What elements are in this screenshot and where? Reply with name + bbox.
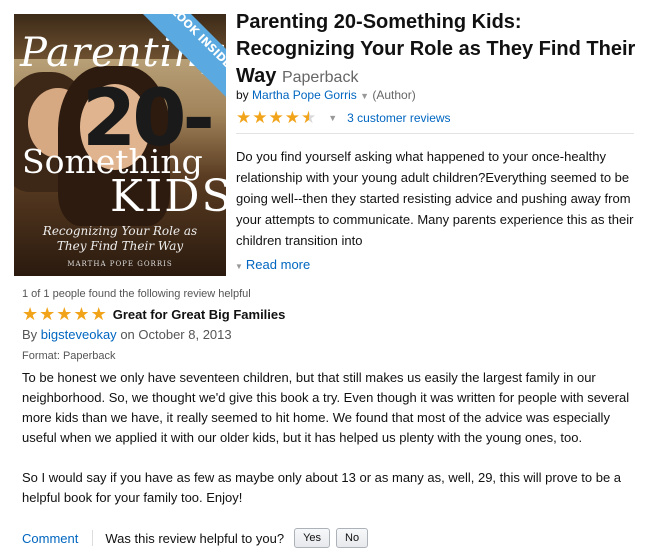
- star-icon: ★: [56, 304, 73, 324]
- review-actions: Comment Was this review helpful to you? …: [22, 528, 374, 548]
- review-header: ★ ★ ★ ★ ★ Great for Great Big Families: [22, 304, 286, 324]
- review-stars: ★ ★ ★ ★ ★: [22, 304, 107, 324]
- read-more-toggle[interactable]: ▼ Read more: [235, 257, 310, 272]
- star-icon: ★: [39, 304, 56, 324]
- book-cover-image[interactable]: Parenting 20- Something KIDS Recognizing…: [14, 14, 226, 276]
- star-icon: ★: [22, 304, 39, 324]
- review-paragraph: So I would say if you have as few as may…: [22, 470, 622, 505]
- helpful-question: Was this review helpful to you?: [105, 530, 285, 546]
- customer-reviews-link[interactable]: 3 customer reviews: [347, 111, 450, 125]
- review-format: Format: Paperback: [22, 350, 116, 362]
- star-icon: ★: [268, 108, 284, 127]
- cover-author: MARTHA POPE GORRIS: [67, 260, 173, 268]
- author-role: (Author): [372, 88, 416, 102]
- helpful-no-button[interactable]: No: [336, 528, 369, 548]
- review-title[interactable]: Great for Great Big Families: [113, 307, 286, 322]
- star-icon: ★: [73, 304, 90, 324]
- review-paragraph: To be honest we only have seventeen chil…: [22, 370, 630, 445]
- product-title-block: Parenting 20-Something Kids: Recognizing…: [236, 9, 636, 91]
- review-helpful-count: 1 of 1 people found the following review…: [22, 288, 251, 300]
- divider: [236, 133, 634, 134]
- comment-link[interactable]: Comment: [22, 531, 78, 546]
- review-body: To be honest we only have seventeen chil…: [22, 368, 632, 528]
- product-format: Paperback: [281, 69, 359, 86]
- reviewer-line: By bigsteveokay on October 8, 2013: [22, 327, 232, 342]
- author-dropdown-icon[interactable]: ▼: [360, 91, 369, 101]
- read-more-link[interactable]: Read more: [246, 257, 310, 272]
- reviewer-link[interactable]: bigsteveokay: [41, 327, 117, 342]
- reviewer-by: By: [22, 327, 38, 342]
- helpful-yes-button[interactable]: Yes: [294, 528, 331, 548]
- half-star-icon: ★: [301, 108, 317, 127]
- star-icon: ★: [90, 304, 107, 324]
- review-date: on October 8, 2013: [120, 327, 232, 342]
- product-description: Do you find yourself asking what happene…: [236, 149, 634, 248]
- rating-dropdown-icon[interactable]: ▼: [328, 113, 337, 123]
- byline: by Martha Pope Gorris ▼ (Author): [236, 88, 416, 102]
- cover-title-kids: KIDS: [110, 171, 226, 222]
- product-rating: ★ ★ ★ ★ ★ ▼ 3 customer reviews: [236, 109, 451, 126]
- byline-by: by: [236, 88, 249, 102]
- author-link[interactable]: Martha Pope Gorris: [252, 88, 357, 102]
- star-icon: ★: [284, 108, 300, 127]
- star-icon: ★: [252, 108, 268, 127]
- expand-arrow-icon: ▼: [235, 262, 243, 271]
- cover-subtitle: Recognizing Your Role as They Find Their…: [42, 224, 198, 253]
- star-icon: ★: [236, 108, 252, 127]
- separator: [92, 530, 94, 546]
- product-stars[interactable]: ★ ★ ★ ★ ★: [236, 109, 316, 126]
